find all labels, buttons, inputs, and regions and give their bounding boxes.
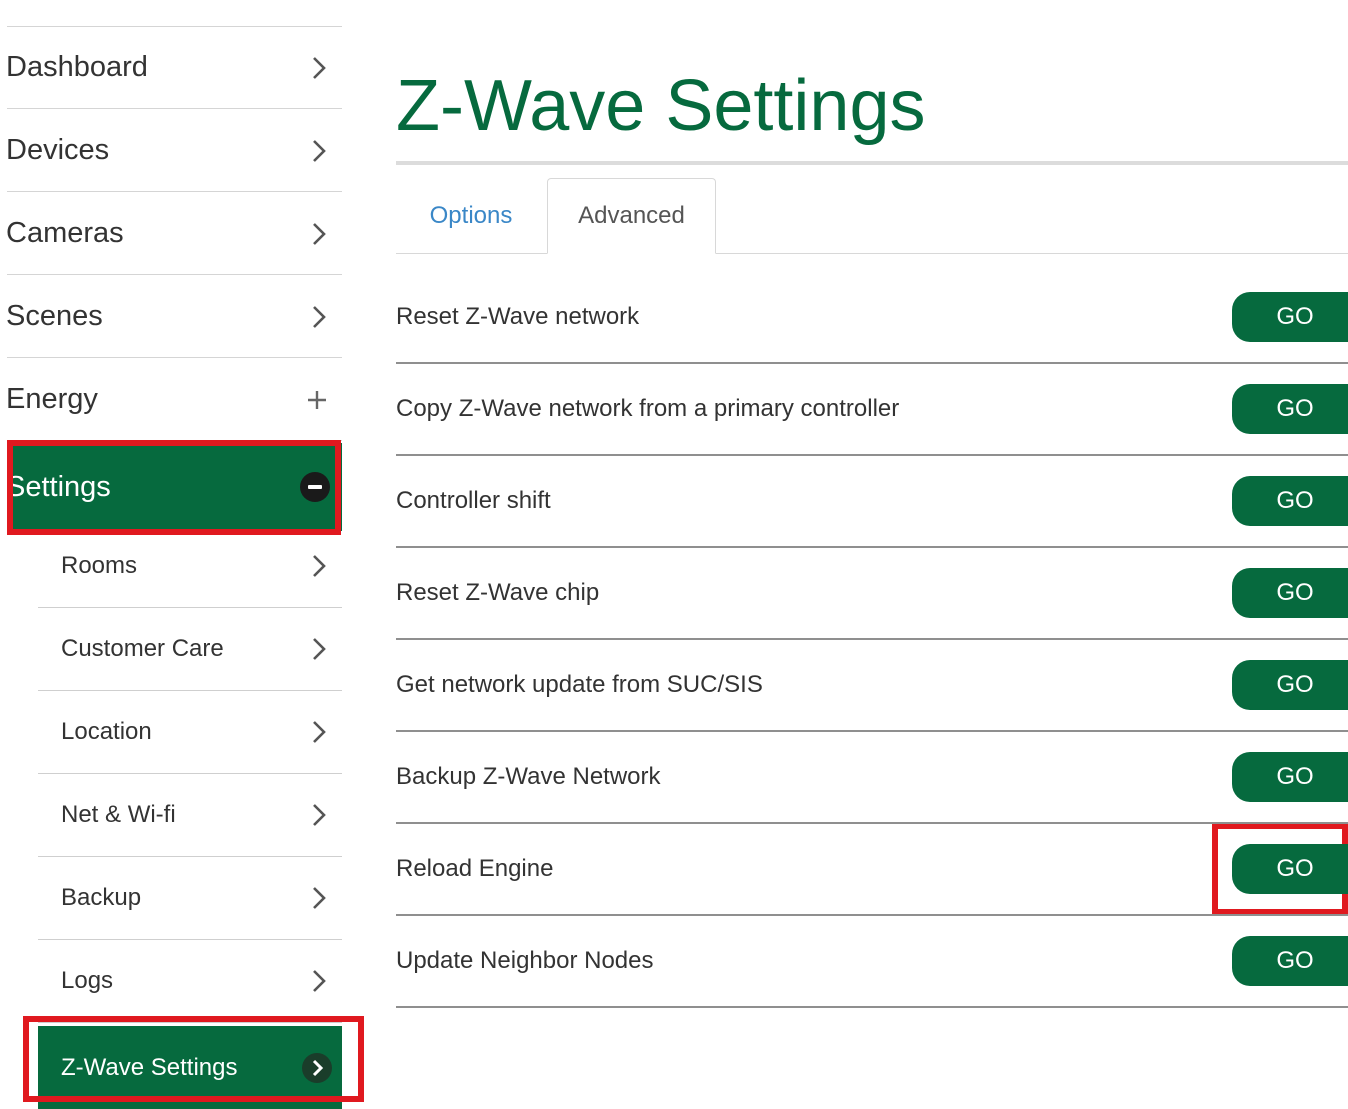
sidebar-subitem-label: Location	[61, 718, 152, 745]
controller-shift-go-button[interactable]: GO	[1232, 476, 1348, 526]
sidebar-subitem-net-wifi[interactable]: Net & Wi-fi	[38, 774, 342, 857]
backup-zwave-network-go-button[interactable]: GO	[1232, 752, 1348, 802]
sidebar-item-label: Settings	[6, 470, 111, 503]
list-item: Backup Z-Wave Network GO	[396, 732, 1348, 824]
action-label: Reset Z-Wave network	[396, 303, 640, 330]
chevron-right-icon	[313, 638, 326, 660]
sidebar-item-settings[interactable]: Settings	[6, 443, 342, 531]
sidebar-item-label: Scenes	[6, 300, 103, 332]
settings-action-list: Reset Z-Wave network GO Copy Z-Wave netw…	[396, 272, 1348, 1008]
sidebar-item-label: Devices	[6, 134, 110, 166]
page-title: Z-Wave Settings	[396, 66, 926, 146]
sidebar-subitem-rooms[interactable]: Rooms	[38, 525, 342, 608]
sidebar-subitem-label: Logs	[61, 967, 114, 994]
chevron-right-icon	[313, 139, 326, 162]
list-item: Controller shift GO	[396, 456, 1348, 548]
sidebar-item-label: Dashboard	[6, 51, 148, 83]
action-label: Get network update from SUC/SIS	[396, 671, 763, 698]
sidebar-item-devices[interactable]: Devices	[6, 110, 342, 192]
sidebar-item-cameras[interactable]: Cameras	[6, 193, 342, 275]
sidebar-subitem-label: Customer Care	[61, 635, 224, 662]
action-label: Reset Z-Wave chip	[396, 579, 600, 606]
network-update-go-button[interactable]: GO	[1232, 660, 1348, 710]
action-label: Backup Z-Wave Network	[396, 763, 661, 790]
sidebar-subitem-zwave-settings[interactable]: Z-Wave Settings	[38, 1026, 342, 1109]
chevron-right-icon	[313, 804, 326, 826]
sidebar-subitem-backup[interactable]: Backup	[38, 857, 342, 940]
action-label: Update Neighbor Nodes	[396, 947, 654, 974]
sidebar-item-label: Energy	[6, 383, 98, 415]
list-item: Copy Z-Wave network from a primary contr…	[396, 364, 1348, 456]
sidebar-subitem-label: Backup	[61, 884, 142, 911]
update-neighbor-nodes-go-button[interactable]: GO	[1232, 936, 1348, 986]
chevron-right-icon	[313, 970, 326, 992]
list-item: Update Neighbor Nodes GO	[396, 916, 1348, 1008]
tab-advanced[interactable]: Advanced	[547, 178, 716, 254]
sidebar-item-dashboard[interactable]: Dashboard	[6, 27, 342, 109]
sidebar-item-energy[interactable]: Energy	[6, 359, 342, 441]
sidebar-subitem-logs[interactable]: Logs	[38, 940, 342, 1023]
divider	[396, 161, 1348, 165]
copy-zwave-network-go-button[interactable]: GO	[1232, 384, 1348, 434]
sidebar-item-label: Cameras	[6, 217, 124, 249]
reset-zwave-chip-go-button[interactable]: GO	[1232, 568, 1348, 618]
reset-zwave-network-go-button[interactable]: GO	[1232, 292, 1348, 342]
sidebar-subitem-label: Z-Wave Settings	[61, 1053, 238, 1081]
chevron-right-icon	[313, 555, 326, 577]
sidebar-subitem-customer-care[interactable]: Customer Care	[38, 608, 342, 691]
action-label: Controller shift	[396, 487, 551, 514]
reload-engine-go-button[interactable]: GO	[1232, 844, 1348, 894]
sidebar-item-scenes[interactable]: Scenes	[6, 276, 342, 358]
chevron-right-icon	[313, 56, 326, 79]
minus-circle-icon	[300, 472, 330, 502]
list-item: Reset Z-Wave chip GO	[396, 548, 1348, 640]
tab-bar: Options Advanced	[396, 178, 1348, 254]
chevron-right-icon	[313, 721, 326, 743]
list-item: Get network update from SUC/SIS GO	[396, 640, 1348, 732]
sidebar-subitem-label: Rooms	[61, 552, 138, 579]
list-item: Reset Z-Wave network GO	[396, 272, 1348, 364]
sidebar-subitem-location[interactable]: Location	[38, 691, 342, 774]
sidebar: Dashboard Devices Cameras Scenes Energy …	[6, 10, 342, 1109]
chevron-right-icon	[313, 222, 326, 245]
chevron-right-icon	[302, 1052, 332, 1083]
plus-icon	[308, 390, 326, 409]
chevron-right-icon	[313, 305, 326, 328]
tab-options[interactable]: Options	[396, 178, 546, 254]
sidebar-subitem-label: Net & Wi-fi	[61, 801, 176, 828]
chevron-right-icon	[313, 887, 326, 909]
list-item: Reload Engine GO	[396, 824, 1348, 916]
action-label: Copy Z-Wave network from a primary contr…	[396, 395, 900, 422]
action-label: Reload Engine	[396, 855, 554, 882]
